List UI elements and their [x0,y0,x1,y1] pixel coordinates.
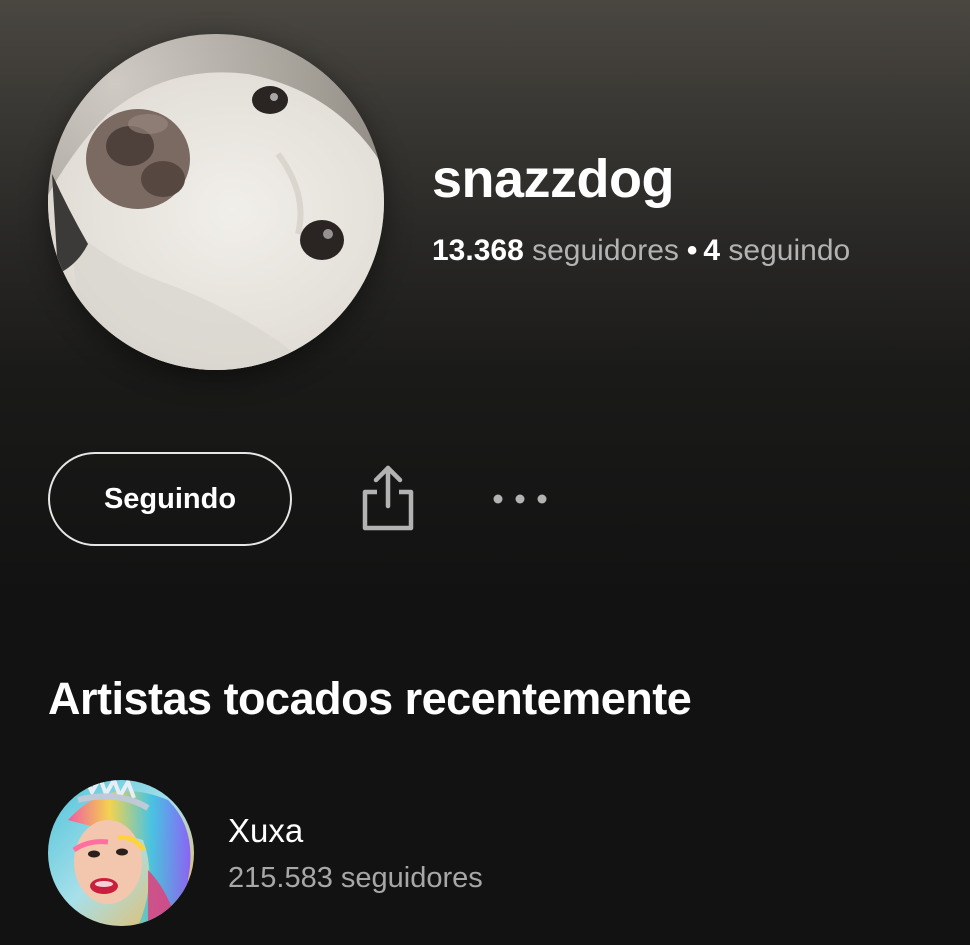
followers-label[interactable]: seguidores [532,234,679,267]
artist-avatar [48,780,194,926]
more-options-icon [493,494,547,504]
more-options-button[interactable] [484,478,556,520]
profile-stats: 13.368 seguidores • 4 seguindo [432,236,850,266]
following-label[interactable]: seguindo [728,234,850,267]
share-icon [362,465,414,531]
followers-count: 13.368 [432,234,524,267]
section-title: Artistas tocados recentemente [48,673,692,724]
stats-separator: • [686,234,698,267]
artist-name: Xuxa [228,812,304,849]
profile-avatar [48,34,384,370]
following-button[interactable]: Seguindo [48,452,292,546]
following-count: 4 [703,234,721,267]
dog-photo-icon [48,34,384,370]
artist-list-item[interactable]: Xuxa 215.583 seguidores [48,780,928,926]
artist-followers: 215.583 seguidores [228,862,483,894]
share-button[interactable] [356,462,420,534]
profile-name: snazzdog [432,149,675,209]
artist-photo-icon [48,780,194,926]
